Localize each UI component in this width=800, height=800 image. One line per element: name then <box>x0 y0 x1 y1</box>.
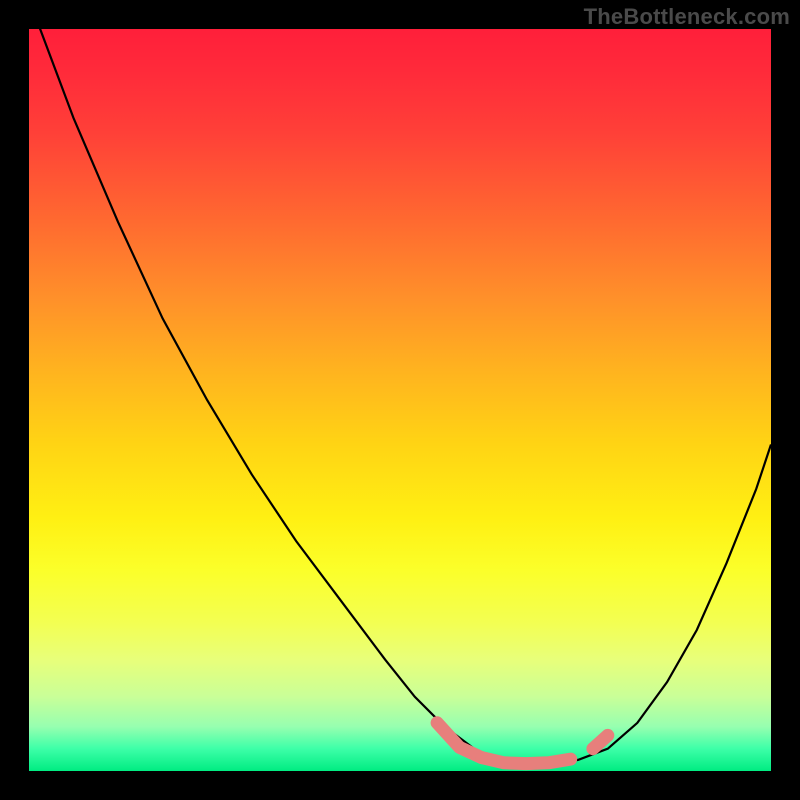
marker-flat-segment <box>482 758 571 764</box>
marker-right-segment <box>593 735 608 748</box>
plot-area <box>29 29 771 771</box>
watermark-text: TheBottleneck.com <box>584 4 790 30</box>
chart-frame: TheBottleneck.com <box>0 0 800 800</box>
marker-left-segment <box>437 723 482 758</box>
optimum-marker <box>29 29 771 771</box>
